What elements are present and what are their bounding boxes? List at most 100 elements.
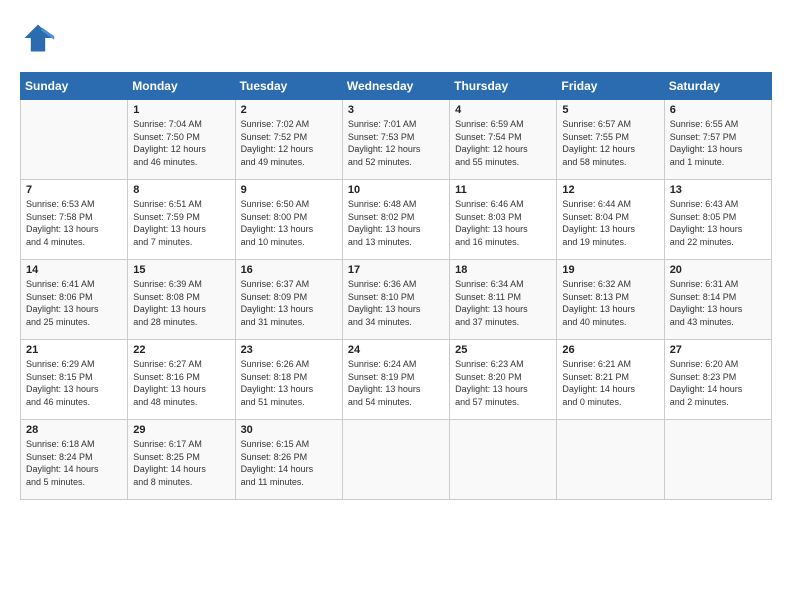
day-number: 22 [133, 344, 229, 356]
day-info: Sunrise: 7:02 AM Sunset: 7:52 PM Dayligh… [241, 118, 337, 168]
day-number: 8 [133, 184, 229, 196]
day-info: Sunrise: 6:57 AM Sunset: 7:55 PM Dayligh… [562, 118, 658, 168]
day-info: Sunrise: 6:59 AM Sunset: 7:54 PM Dayligh… [455, 118, 551, 168]
weekday-header: Saturday [664, 73, 771, 100]
logo [20, 20, 60, 56]
calendar-cell [664, 420, 771, 500]
calendar-week-row: 1 Sunrise: 7:04 AM Sunset: 7:50 PM Daylig… [21, 100, 772, 180]
weekday-header: Tuesday [235, 73, 342, 100]
day-info: Sunrise: 6:20 AM Sunset: 8:23 PM Dayligh… [670, 358, 766, 408]
day-number: 10 [348, 184, 444, 196]
weekday-header: Friday [557, 73, 664, 100]
calendar-cell: 14 Sunrise: 6:41 AM Sunset: 8:06 PM Dayli… [21, 260, 128, 340]
day-number: 21 [26, 344, 122, 356]
day-info: Sunrise: 6:51 AM Sunset: 7:59 PM Dayligh… [133, 198, 229, 248]
day-info: Sunrise: 6:23 AM Sunset: 8:20 PM Dayligh… [455, 358, 551, 408]
day-number: 17 [348, 264, 444, 276]
calendar-cell: 20Sunrise: 6:31 AM Sunset: 8:14 PM Dayli… [664, 260, 771, 340]
day-info: Sunrise: 6:37 AM Sunset: 8:09 PM Dayligh… [241, 278, 337, 328]
weekday-header: Wednesday [342, 73, 449, 100]
day-info: Sunrise: 6:18 AM Sunset: 8:24 PM Dayligh… [26, 438, 122, 488]
calendar-cell: 6Sunrise: 6:55 AM Sunset: 7:57 PM Daylig… [664, 100, 771, 180]
calendar-week-row: 7 Sunrise: 6:53 AM Sunset: 7:58 PM Daylig… [21, 180, 772, 260]
calendar-table: SundayMondayTuesdayWednesdayThursdayFrid… [20, 72, 772, 500]
calendar-cell: 3 Sunrise: 7:01 AM Sunset: 7:53 PM Daylig… [342, 100, 449, 180]
calendar-cell: 7 Sunrise: 6:53 AM Sunset: 7:58 PM Daylig… [21, 180, 128, 260]
calendar-cell: 21Sunrise: 6:29 AM Sunset: 8:15 PM Dayli… [21, 340, 128, 420]
weekday-header: Sunday [21, 73, 128, 100]
calendar-cell: 4 Sunrise: 6:59 AM Sunset: 7:54 PM Daylig… [450, 100, 557, 180]
calendar-week-row: 28 Sunrise: 6:18 AM Sunset: 8:24 PM Dayli… [21, 420, 772, 500]
calendar-cell: 28 Sunrise: 6:18 AM Sunset: 8:24 PM Dayli… [21, 420, 128, 500]
day-info: Sunrise: 6:50 AM Sunset: 8:00 PM Dayligh… [241, 198, 337, 248]
calendar-cell: 1 Sunrise: 7:04 AM Sunset: 7:50 PM Daylig… [128, 100, 235, 180]
day-number: 30 [241, 424, 337, 436]
calendar-cell: 29 Sunrise: 6:17 AM Sunset: 8:25 PM Dayli… [128, 420, 235, 500]
calendar-week-row: 21Sunrise: 6:29 AM Sunset: 8:15 PM Dayli… [21, 340, 772, 420]
day-info: Sunrise: 6:53 AM Sunset: 7:58 PM Dayligh… [26, 198, 122, 248]
day-number: 28 [26, 424, 122, 436]
day-number: 19 [562, 264, 658, 276]
day-number: 18 [455, 264, 551, 276]
day-info: Sunrise: 7:01 AM Sunset: 7:53 PM Dayligh… [348, 118, 444, 168]
calendar-cell [342, 420, 449, 500]
day-info: Sunrise: 7:04 AM Sunset: 7:50 PM Dayligh… [133, 118, 229, 168]
day-number: 11 [455, 184, 551, 196]
day-info: Sunrise: 6:39 AM Sunset: 8:08 PM Dayligh… [133, 278, 229, 328]
day-number: 29 [133, 424, 229, 436]
day-number: 26 [562, 344, 658, 356]
calendar-cell: 16 Sunrise: 6:37 AM Sunset: 8:09 PM Dayli… [235, 260, 342, 340]
day-number: 24 [348, 344, 444, 356]
day-number: 15 [133, 264, 229, 276]
calendar-week-row: 14 Sunrise: 6:41 AM Sunset: 8:06 PM Dayli… [21, 260, 772, 340]
calendar-cell: 25 Sunrise: 6:23 AM Sunset: 8:20 PM Dayli… [450, 340, 557, 420]
calendar-cell: 5 Sunrise: 6:57 AM Sunset: 7:55 PM Daylig… [557, 100, 664, 180]
calendar-cell: 10 Sunrise: 6:48 AM Sunset: 8:02 PM Dayli… [342, 180, 449, 260]
day-number: 25 [455, 344, 551, 356]
day-number: 2 [241, 104, 337, 116]
calendar-cell [557, 420, 664, 500]
day-number: 12 [562, 184, 658, 196]
day-info: Sunrise: 6:46 AM Sunset: 8:03 PM Dayligh… [455, 198, 551, 248]
day-number: 7 [26, 184, 122, 196]
day-info: Sunrise: 6:32 AM Sunset: 8:13 PM Dayligh… [562, 278, 658, 328]
page-header [20, 20, 772, 56]
weekday-header: Thursday [450, 73, 557, 100]
calendar-cell: 18 Sunrise: 6:34 AM Sunset: 8:11 PM Dayli… [450, 260, 557, 340]
day-number: 14 [26, 264, 122, 276]
day-number: 6 [670, 104, 766, 116]
calendar-cell: 17Sunrise: 6:36 AM Sunset: 8:10 PM Dayli… [342, 260, 449, 340]
calendar-cell: 30 Sunrise: 6:15 AM Sunset: 8:26 PM Dayli… [235, 420, 342, 500]
day-info: Sunrise: 6:41 AM Sunset: 8:06 PM Dayligh… [26, 278, 122, 328]
day-number: 23 [241, 344, 337, 356]
day-number: 5 [562, 104, 658, 116]
calendar-cell: 12 Sunrise: 6:44 AM Sunset: 8:04 PM Dayli… [557, 180, 664, 260]
calendar-cell: 2 Sunrise: 7:02 AM Sunset: 7:52 PM Daylig… [235, 100, 342, 180]
calendar-cell: 11 Sunrise: 6:46 AM Sunset: 8:03 PM Dayli… [450, 180, 557, 260]
calendar-cell: 9Sunrise: 6:50 AM Sunset: 8:00 PM Daylig… [235, 180, 342, 260]
day-info: Sunrise: 6:26 AM Sunset: 8:18 PM Dayligh… [241, 358, 337, 408]
day-info: Sunrise: 6:31 AM Sunset: 8:14 PM Dayligh… [670, 278, 766, 328]
calendar-cell: 8 Sunrise: 6:51 AM Sunset: 7:59 PM Daylig… [128, 180, 235, 260]
day-info: Sunrise: 6:34 AM Sunset: 8:11 PM Dayligh… [455, 278, 551, 328]
day-info: Sunrise: 6:15 AM Sunset: 8:26 PM Dayligh… [241, 438, 337, 488]
day-info: Sunrise: 6:24 AM Sunset: 8:19 PM Dayligh… [348, 358, 444, 408]
day-info: Sunrise: 6:44 AM Sunset: 8:04 PM Dayligh… [562, 198, 658, 248]
calendar-cell: 23 Sunrise: 6:26 AM Sunset: 8:18 PM Dayli… [235, 340, 342, 420]
calendar-cell: 27 Sunrise: 6:20 AM Sunset: 8:23 PM Dayli… [664, 340, 771, 420]
day-number: 3 [348, 104, 444, 116]
day-number: 27 [670, 344, 766, 356]
logo-icon [20, 20, 56, 56]
day-info: Sunrise: 6:48 AM Sunset: 8:02 PM Dayligh… [348, 198, 444, 248]
day-number: 4 [455, 104, 551, 116]
day-info: Sunrise: 6:43 AM Sunset: 8:05 PM Dayligh… [670, 198, 766, 248]
day-info: Sunrise: 6:27 AM Sunset: 8:16 PM Dayligh… [133, 358, 229, 408]
weekday-header: Monday [128, 73, 235, 100]
day-number: 1 [133, 104, 229, 116]
calendar-cell: 19 Sunrise: 6:32 AM Sunset: 8:13 PM Dayli… [557, 260, 664, 340]
calendar-cell: 26 Sunrise: 6:21 AM Sunset: 8:21 PM Dayli… [557, 340, 664, 420]
day-number: 16 [241, 264, 337, 276]
day-info: Sunrise: 6:21 AM Sunset: 8:21 PM Dayligh… [562, 358, 658, 408]
calendar-cell: 24 Sunrise: 6:24 AM Sunset: 8:19 PM Dayli… [342, 340, 449, 420]
day-info: Sunrise: 6:17 AM Sunset: 8:25 PM Dayligh… [133, 438, 229, 488]
